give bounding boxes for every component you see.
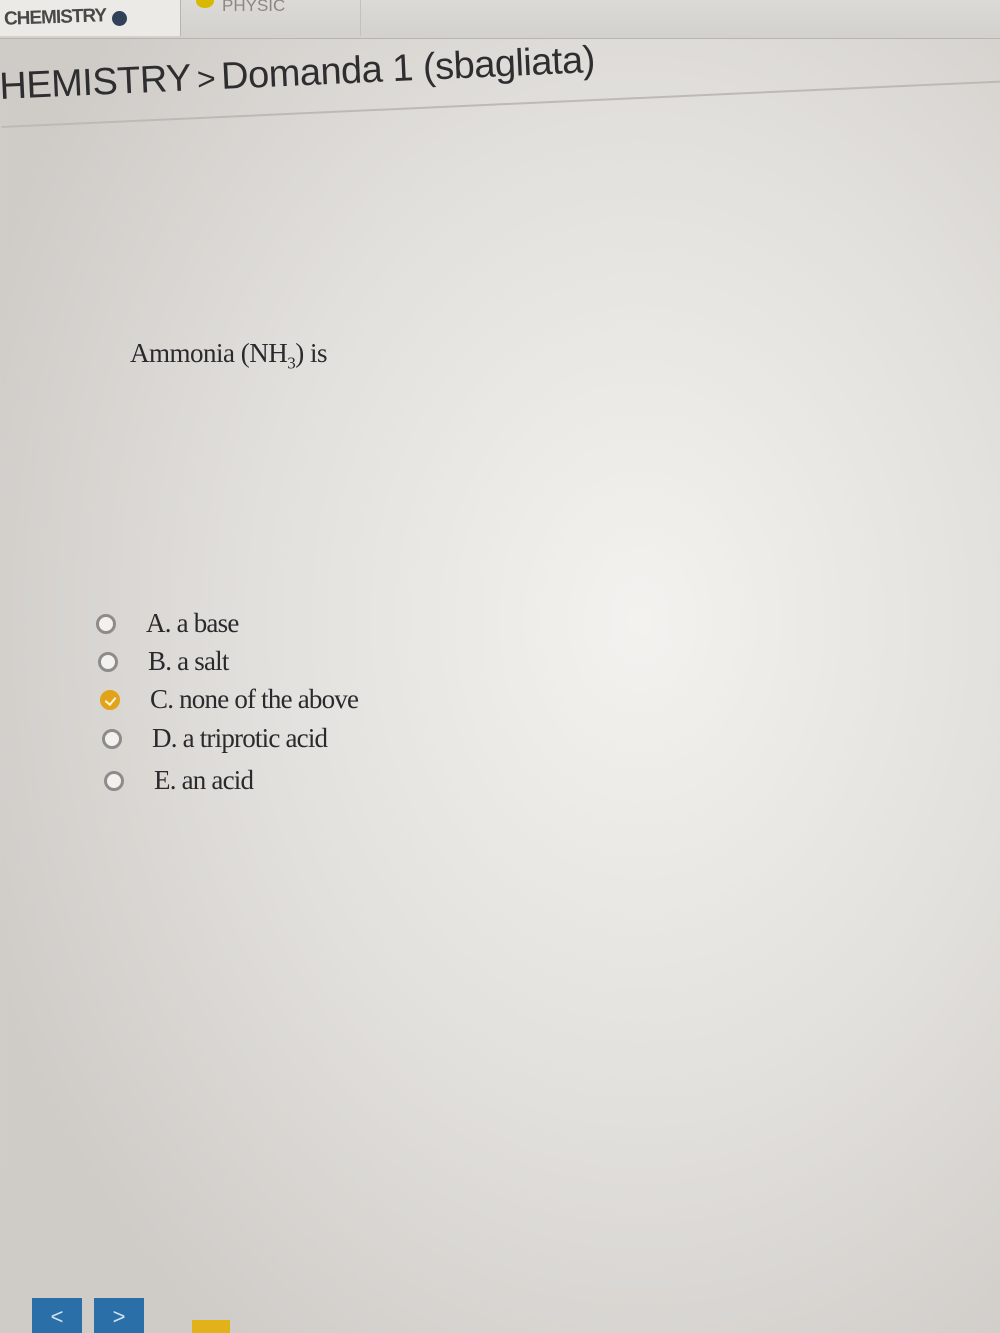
answer-option-label: E. an acid — [154, 765, 254, 795]
radio-button[interactable] — [102, 728, 122, 749]
answer-option-b[interactable]: B. a salt — [98, 646, 229, 677]
tab-label: PHYSIC — [222, 0, 286, 15]
answer-option-e[interactable]: E. an acid — [104, 765, 254, 796]
radio-button-selected[interactable] — [100, 689, 120, 710]
breadcrumb-separator: > — [196, 60, 217, 98]
chevron-right-icon: > — [112, 1303, 126, 1329]
answer-option-label: B. a salt — [148, 646, 229, 676]
previous-button[interactable]: < — [32, 1298, 82, 1333]
answer-option-d[interactable]: D. a triprotic acid — [102, 723, 328, 754]
tab-physics[interactable]: PHYSIC — [190, 0, 361, 36]
radio-button[interactable] — [98, 651, 118, 672]
answer-option-a[interactable]: A. a base — [96, 608, 239, 639]
answer-option-label: A. a base — [146, 608, 239, 638]
question-suffix: ) is — [295, 338, 327, 368]
next-button[interactable]: > — [94, 1298, 144, 1333]
breadcrumb-current: Domanda 1 (sbagliata) — [220, 39, 596, 98]
tab-chemistry[interactable]: CHEMISTRY — [0, 0, 181, 36]
radio-button[interactable] — [104, 770, 124, 791]
question-text: Ammonia (NH3) is — [130, 338, 327, 373]
tab-label: CHEMISTRY — [3, 5, 107, 30]
flag-icon[interactable] — [192, 1320, 230, 1333]
navigation-bar: < > — [0, 1296, 1000, 1333]
status-dot-icon — [196, 0, 214, 8]
question-prefix: Ammonia (NH — [130, 338, 288, 368]
answer-option-label: C. none of the above — [150, 684, 359, 714]
status-dot-icon — [112, 10, 128, 26]
answer-option-label: D. a triprotic acid — [152, 723, 328, 753]
breadcrumb: HEMISTRY > Domanda 1 (sbagliata) — [0, 39, 596, 109]
chevron-left-icon: < — [50, 1303, 64, 1329]
answer-option-c[interactable]: C. none of the above — [100, 684, 359, 715]
breadcrumb-course-link[interactable]: HEMISTRY — [0, 57, 192, 108]
radio-button[interactable] — [96, 613, 116, 634]
